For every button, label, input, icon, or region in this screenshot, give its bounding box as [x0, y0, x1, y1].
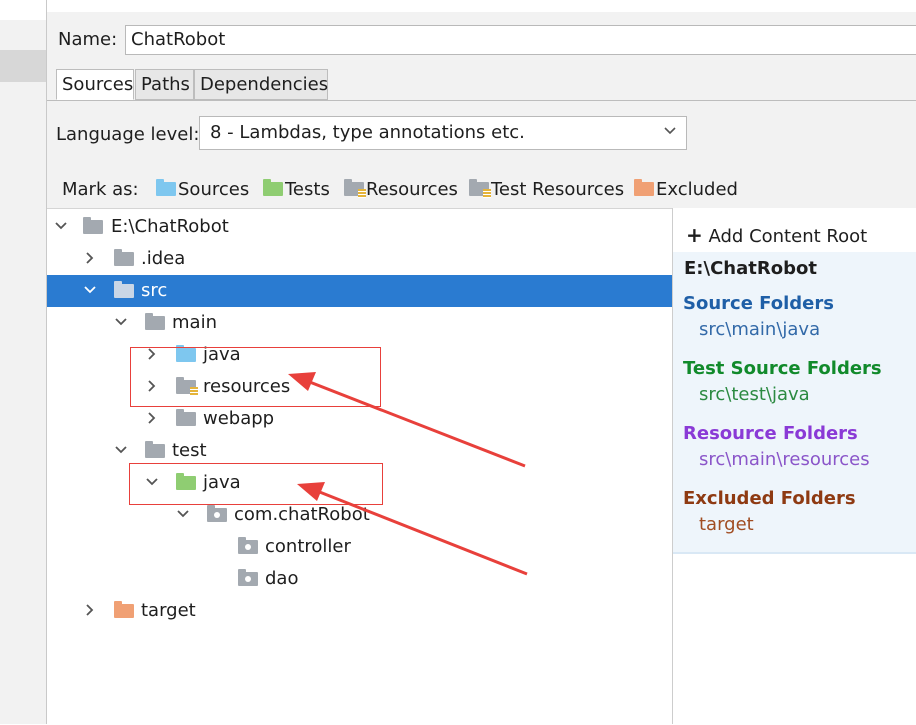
- annotation-arrows: [288, 372, 528, 576]
- annotation-arrow-1: [288, 372, 526, 468]
- annotation-arrow-2: [297, 482, 528, 576]
